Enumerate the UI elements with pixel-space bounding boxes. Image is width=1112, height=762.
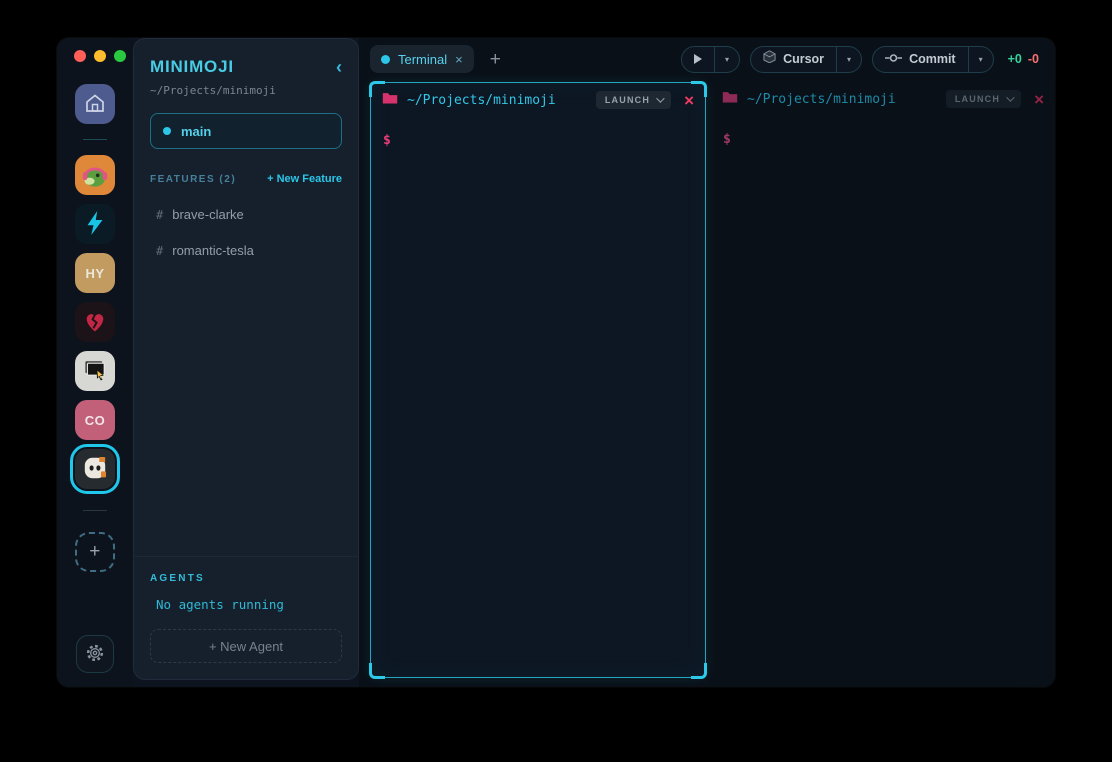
focus-corner: [369, 81, 385, 97]
close-pane-button[interactable]: ×: [1034, 91, 1044, 108]
project-avatar-screens[interactable]: [75, 351, 115, 391]
pane-header: ~/Projects/minimoji LAUNCH ×: [371, 83, 705, 117]
commit-button-label: Commit: [909, 52, 956, 66]
chevron-down-icon: ▾: [725, 55, 729, 64]
shell-prompt: $: [383, 133, 391, 148]
app-window: HY CO: [57, 38, 1055, 687]
project-path: ~/Projects/minimoji: [150, 84, 342, 97]
gear-icon: [85, 643, 105, 666]
hash-icon: #: [156, 208, 163, 222]
commit-split-button: Commit ▾: [872, 46, 994, 73]
focus-corner: [691, 663, 707, 679]
focus-corner: [691, 81, 707, 97]
branch-name: main: [181, 124, 211, 139]
cursor-split-button: Cursor ▾: [750, 46, 862, 73]
tab-bar: Terminal × + ▾ Cursor: [359, 38, 1055, 80]
launch-dropdown-button[interactable]: LAUNCH: [946, 90, 1021, 108]
home-icon: [83, 91, 107, 118]
diff-added: +0: [1008, 52, 1022, 66]
chevron-down-icon: ▾: [847, 55, 851, 64]
zoom-window-button[interactable]: [114, 50, 126, 62]
project-sidebar: MINIMOJI ‹ ~/Projects/minimoji main FEAT…: [133, 38, 359, 680]
run-split-button: ▾: [681, 46, 740, 73]
commit-button[interactable]: Commit: [873, 47, 968, 72]
branch-status-dot: [163, 127, 171, 135]
new-feature-button[interactable]: + New Feature: [267, 173, 342, 185]
pane-working-directory: ~/Projects/minimoji: [747, 92, 896, 107]
pane-working-directory: ~/Projects/minimoji: [407, 93, 556, 108]
broken-heart-icon: [79, 305, 111, 340]
settings-button[interactable]: [76, 635, 114, 673]
project-avatar-heart[interactable]: [75, 302, 115, 342]
play-icon: [694, 54, 702, 64]
agents-section: AGENTS No agents running + New Agent: [134, 556, 358, 663]
feature-name: brave-clarke: [172, 207, 244, 222]
collapse-sidebar-button[interactable]: ‹: [336, 58, 342, 76]
chevron-down-icon: ▾: [979, 55, 983, 64]
project-avatar-hy[interactable]: HY: [75, 253, 115, 293]
terminal-panes: ~/Projects/minimoji LAUNCH × $: [359, 80, 1055, 687]
features-header: FEATURES (2): [150, 174, 236, 185]
launch-dropdown-button[interactable]: LAUNCH: [596, 91, 671, 109]
pane-header: ~/Projects/minimoji LAUNCH ×: [711, 82, 1055, 116]
home-button[interactable]: [75, 84, 115, 124]
plus-icon: +: [89, 541, 101, 563]
add-project-button[interactable]: +: [75, 532, 115, 572]
project-avatar-dino[interactable]: [75, 155, 115, 195]
minimize-window-button[interactable]: [94, 50, 106, 62]
rail-divider: [83, 139, 107, 140]
agents-empty-state: No agents running: [150, 597, 342, 612]
screens-cursor-icon: [79, 354, 111, 389]
project-avatar-bolt[interactable]: [75, 204, 115, 244]
diff-stat: +0 -0: [1008, 52, 1039, 66]
new-agent-button[interactable]: + New Agent: [150, 629, 342, 663]
chevron-down-icon: [1006, 93, 1014, 101]
cursor-logo-icon: [763, 50, 776, 68]
cursor-options-button[interactable]: ▾: [836, 47, 861, 72]
branch-selector[interactable]: main: [150, 113, 342, 149]
cursor-button-label: Cursor: [783, 52, 824, 66]
focus-corner: [369, 663, 385, 679]
terminal-output[interactable]: $: [371, 117, 705, 677]
feature-name: romantic-tesla: [172, 243, 254, 258]
project-title: MINIMOJI: [150, 57, 234, 77]
terminal-pane-unfocused[interactable]: ~/Projects/minimoji LAUNCH × $: [711, 82, 1055, 687]
terminal-output[interactable]: $: [711, 116, 1055, 687]
diff-removed: -0: [1028, 52, 1039, 66]
tab-terminal[interactable]: Terminal ×: [370, 45, 474, 73]
ghost-icon: [78, 451, 112, 488]
main-area: Terminal × + ▾ Cursor: [359, 38, 1055, 687]
tab-close-icon[interactable]: ×: [455, 53, 463, 66]
cursor-button[interactable]: Cursor: [751, 47, 836, 72]
feature-item[interactable]: # brave-clarke: [150, 198, 342, 231]
tab-status-dot: [381, 55, 390, 64]
terminal-pane-focused[interactable]: ~/Projects/minimoji LAUNCH × $: [370, 82, 706, 678]
commit-options-button[interactable]: ▾: [968, 47, 993, 72]
run-button[interactable]: [682, 47, 714, 72]
git-commit-icon: [885, 50, 902, 68]
shell-prompt: $: [723, 132, 731, 147]
traffic-lights: [57, 50, 126, 62]
lightning-bolt-icon: [80, 208, 110, 241]
agents-header: AGENTS: [150, 573, 342, 584]
launch-label: LAUNCH: [955, 94, 1000, 104]
project-avatar-ghost-selected[interactable]: [75, 449, 115, 489]
folder-icon: [722, 90, 738, 108]
project-rail: HY CO: [57, 38, 133, 687]
rail-divider: [83, 510, 107, 511]
hash-icon: #: [156, 244, 163, 258]
launch-label: LAUNCH: [605, 95, 650, 105]
avatar-label: HY: [85, 266, 104, 281]
feature-item[interactable]: # romantic-tesla: [150, 234, 342, 267]
avatar-label: CO: [85, 413, 106, 428]
add-tab-button[interactable]: +: [490, 50, 501, 69]
dino-headphones-icon: [77, 156, 113, 195]
project-avatar-co[interactable]: CO: [75, 400, 115, 440]
tab-label: Terminal: [398, 52, 447, 67]
chevron-down-icon: [656, 94, 664, 102]
run-options-button[interactable]: ▾: [714, 47, 739, 72]
close-window-button[interactable]: [74, 50, 86, 62]
